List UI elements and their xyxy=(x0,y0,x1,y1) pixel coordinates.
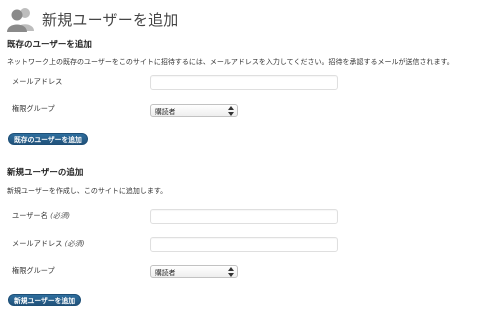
add-new-user-button[interactable]: 新規ユーザーを追加 xyxy=(8,294,82,306)
users-icon xyxy=(6,5,36,33)
new-email-label-text: メールアドレス xyxy=(12,239,63,248)
existing-role-select[interactable]: 購読者 xyxy=(150,104,238,117)
select-arrows-icon xyxy=(228,267,234,277)
new-email-label: メールアドレス (必須) xyxy=(12,239,85,249)
add-new-user-page: 新規ユーザーを追加 既存のユーザーを追加 ネットワーク上の既存のユーザーをこのサ… xyxy=(0,0,500,312)
existing-user-heading: 既存のユーザーを追加 xyxy=(7,40,92,50)
page-header: 新規ユーザーを追加 xyxy=(6,4,179,34)
username-input[interactable] xyxy=(150,209,338,224)
existing-user-description: ネットワーク上の既存のユーザーをこのサイトに招待するには、メールアドレスを入力し… xyxy=(7,58,454,66)
username-label-text: ユーザー名 xyxy=(12,211,48,220)
new-role-selected: 購読者 xyxy=(155,268,176,277)
new-role-select[interactable]: 購読者 xyxy=(150,265,238,278)
new-email-input[interactable] xyxy=(150,237,338,252)
existing-email-input[interactable] xyxy=(150,75,338,90)
new-user-heading: 新規ユーザーの追加 xyxy=(7,168,84,178)
username-required-note: (必須) xyxy=(50,211,71,220)
page-title: 新規ユーザーを追加 xyxy=(42,10,179,29)
existing-role-label: 権限グループ xyxy=(12,104,55,113)
select-arrows-icon xyxy=(228,106,234,116)
existing-email-label: メールアドレス xyxy=(12,77,63,86)
existing-role-selected: 購読者 xyxy=(155,107,176,116)
add-existing-user-button[interactable]: 既存のユーザーを追加 xyxy=(8,133,88,145)
username-label: ユーザー名 (必須) xyxy=(12,211,70,221)
new-role-label: 権限グループ xyxy=(12,266,55,275)
new-user-description: 新規ユーザーを作成し、このサイトに追加します。 xyxy=(7,187,168,195)
new-email-required-note: (必須) xyxy=(64,239,85,248)
